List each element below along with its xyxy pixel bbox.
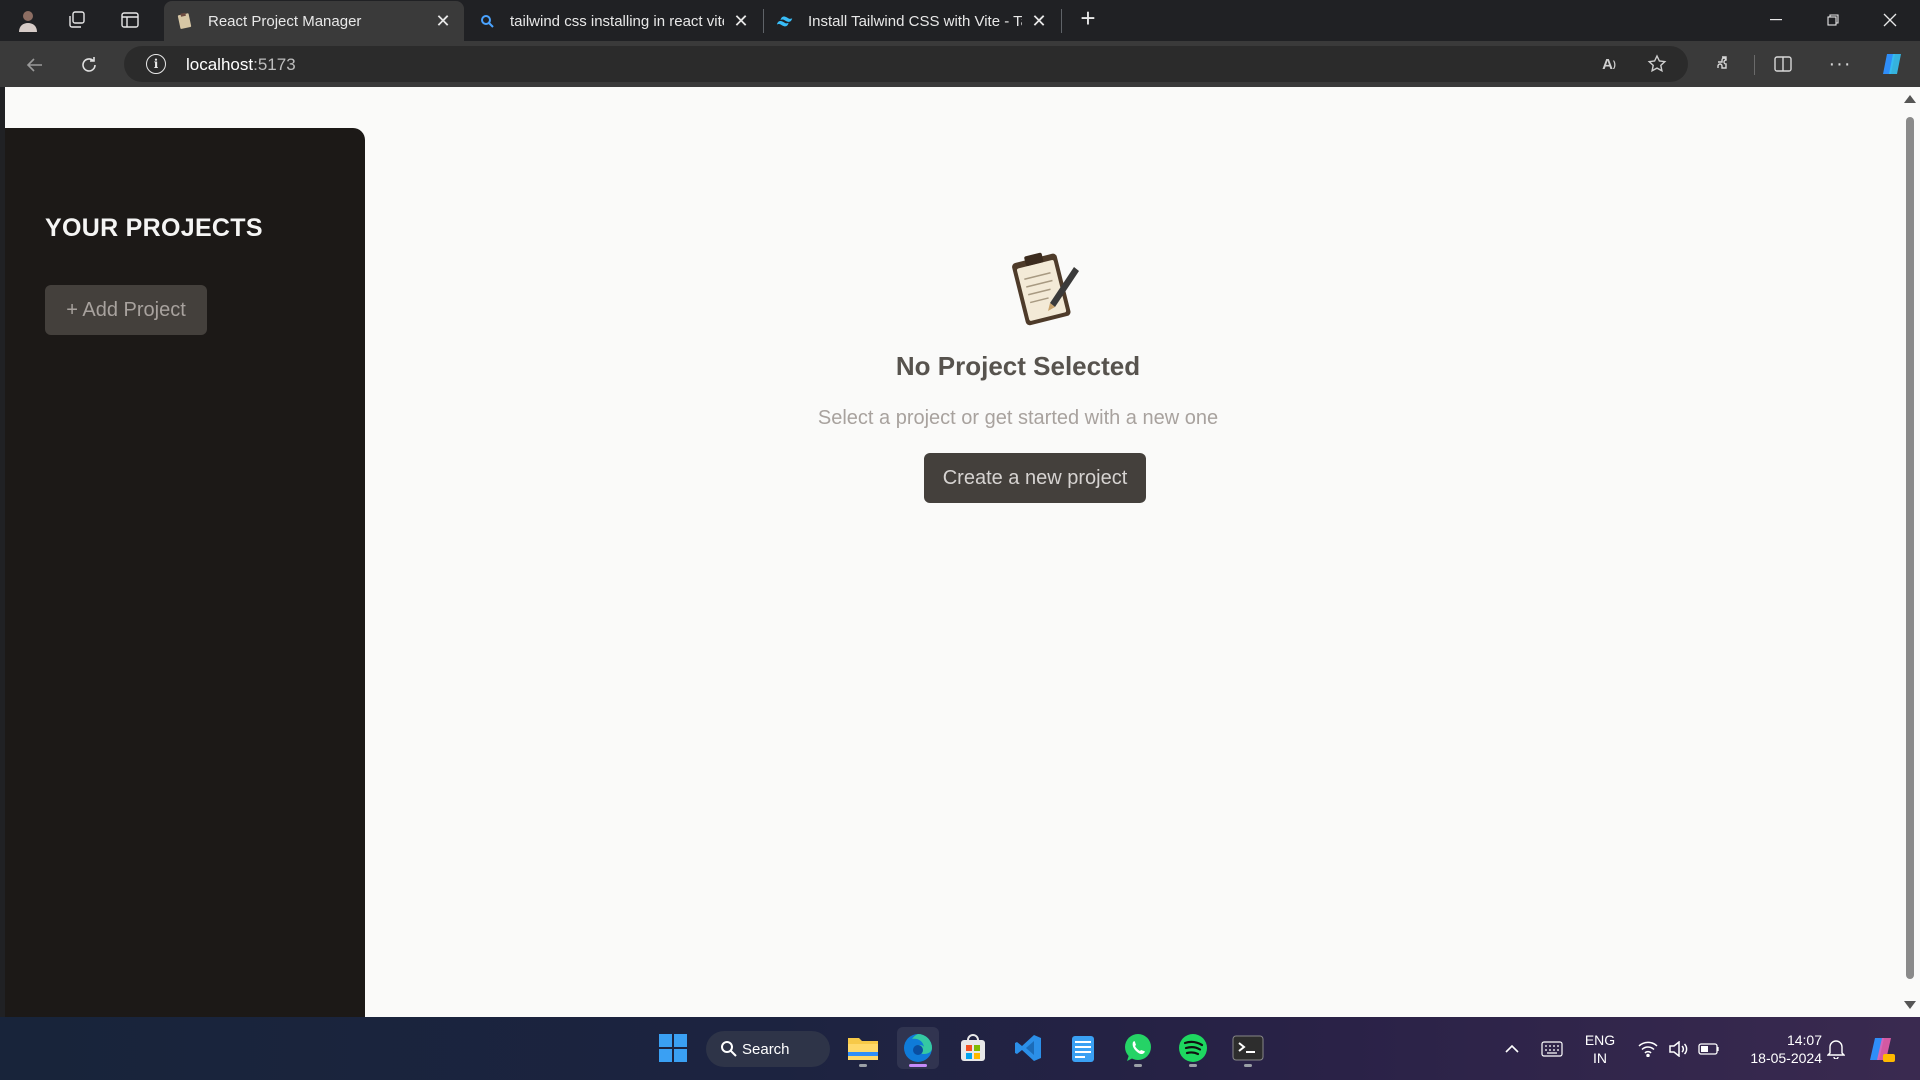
url-text[interactable]: localhost:5173 — [186, 55, 296, 75]
url-host: localhost — [186, 55, 254, 74]
scroll-up-arrow-icon[interactable] — [1904, 95, 1916, 103]
tailwind-logo-icon — [776, 12, 794, 30]
running-indicator — [1189, 1064, 1197, 1067]
search-favicon-icon — [478, 12, 496, 30]
scroll-down-arrow-icon[interactable] — [1904, 1001, 1916, 1009]
search-icon — [721, 1041, 737, 1057]
read-aloud-icon[interactable]: A) — [1598, 53, 1620, 75]
microsoft-store-icon[interactable] — [952, 1027, 994, 1069]
tab-title: React Project Manager — [208, 12, 362, 30]
region-code: IN — [1593, 1050, 1607, 1066]
windows-taskbar: Search ENG IN 14:07 18-05-2024 — [0, 1017, 1920, 1080]
edge-browser-icon[interactable] — [897, 1027, 939, 1069]
tab-install-tailwind-vite[interactable]: Install Tailwind CSS with Vite - Tailwin… — [764, 1, 1060, 41]
tab-separator — [1061, 9, 1062, 33]
search-label: Search — [742, 1040, 790, 1058]
notifications-bell-icon[interactable] — [1824, 1017, 1848, 1080]
site-info-icon[interactable]: i — [146, 54, 166, 74]
battery-icon[interactable] — [1696, 1017, 1722, 1080]
tab-react-project-manager[interactable]: React Project Manager ✕ — [164, 1, 464, 41]
taskbar-search-box[interactable]: Search — [706, 1031, 830, 1067]
copilot-icon[interactable] — [1878, 50, 1906, 78]
new-tab-icon[interactable]: + — [1076, 3, 1100, 33]
clipboard-icon — [1000, 245, 1086, 331]
running-indicator — [1244, 1064, 1252, 1067]
clock-time: 14:07 — [1786, 1032, 1822, 1048]
extensions-icon[interactable] — [1711, 50, 1739, 78]
address-bar[interactable]: i localhost:5173 A) — [124, 46, 1688, 82]
tab-actions-icon[interactable] — [118, 8, 142, 32]
close-tab-icon[interactable]: ✕ — [434, 11, 452, 31]
workspaces-icon[interactable] — [65, 8, 89, 32]
tab-title: Install Tailwind CSS with Vite - Tailwin… — [808, 12, 1022, 30]
clock-date: 18-05-2024 — [1750, 1050, 1822, 1066]
file-explorer-icon[interactable] — [842, 1027, 884, 1069]
scroll-thumb[interactable] — [1906, 117, 1914, 979]
terminal-icon[interactable] — [1227, 1027, 1269, 1069]
running-indicator — [909, 1064, 927, 1067]
clock[interactable]: 14:07 18-05-2024 — [1732, 1031, 1822, 1067]
tab-tailwind-search[interactable]: tailwind css installing in react vite ✕ — [466, 1, 762, 41]
sidebar-title: YOUR PROJECTS — [45, 214, 263, 242]
whatsapp-icon[interactable] — [1117, 1027, 1159, 1069]
projects-sidebar: YOUR PROJECTS + Add Project — [5, 128, 365, 1017]
touch-keyboard-icon[interactable] — [1538, 1017, 1566, 1080]
tab-title: tailwind css installing in react vite — [510, 12, 724, 30]
browser-toolbar: i localhost:5173 A) ··· — [0, 41, 1920, 87]
clipboard-favicon-icon — [176, 12, 194, 30]
main-content: No Project Selected Select a project or … — [365, 87, 1900, 1017]
copilot-taskbar-icon[interactable] — [1864, 1017, 1898, 1080]
add-project-button[interactable]: + Add Project — [45, 285, 207, 335]
empty-state-heading: No Project Selected — [895, 351, 1141, 381]
vscode-icon[interactable] — [1007, 1027, 1049, 1069]
vertical-scrollbar[interactable] — [1900, 87, 1920, 1017]
split-screen-icon[interactable] — [1769, 50, 1797, 78]
restore-icon[interactable] — [1805, 0, 1861, 40]
page-viewport: YOUR PROJECTS + Add Project No Project S… — [5, 87, 1920, 1017]
create-project-button[interactable]: Create a new project — [924, 453, 1146, 503]
close-tab-icon[interactable]: ✕ — [732, 11, 750, 31]
show-hidden-icons-chevron-icon[interactable] — [1500, 1017, 1524, 1080]
language-code: ENG — [1584, 1032, 1616, 1048]
favorite-star-icon[interactable] — [1646, 53, 1668, 75]
url-port: :5173 — [253, 55, 296, 74]
running-indicator — [1134, 1064, 1142, 1067]
wifi-icon[interactable] — [1636, 1017, 1660, 1080]
toolbar-divider — [1754, 55, 1755, 75]
refresh-icon[interactable] — [74, 50, 104, 80]
language-indicator[interactable]: ENG IN — [1574, 1031, 1626, 1067]
spotify-icon[interactable] — [1172, 1027, 1214, 1069]
empty-state-subtitle: Select a project or get started with a n… — [817, 407, 1219, 429]
minimize-icon[interactable] — [1748, 0, 1804, 40]
close-window-icon[interactable] — [1862, 0, 1918, 40]
more-options-icon[interactable]: ··· — [1826, 50, 1854, 78]
start-windows-icon[interactable] — [652, 1027, 694, 1069]
browser-tab-bar: React Project Manager ✕ tailwind css ins… — [0, 0, 1920, 41]
close-tab-icon[interactable]: ✕ — [1030, 11, 1048, 31]
volume-icon[interactable] — [1666, 1017, 1690, 1080]
notepad-icon[interactable] — [1062, 1027, 1104, 1069]
running-indicator — [859, 1064, 867, 1067]
profile-avatar-icon[interactable] — [16, 8, 40, 32]
back-arrow-icon[interactable] — [20, 50, 50, 80]
